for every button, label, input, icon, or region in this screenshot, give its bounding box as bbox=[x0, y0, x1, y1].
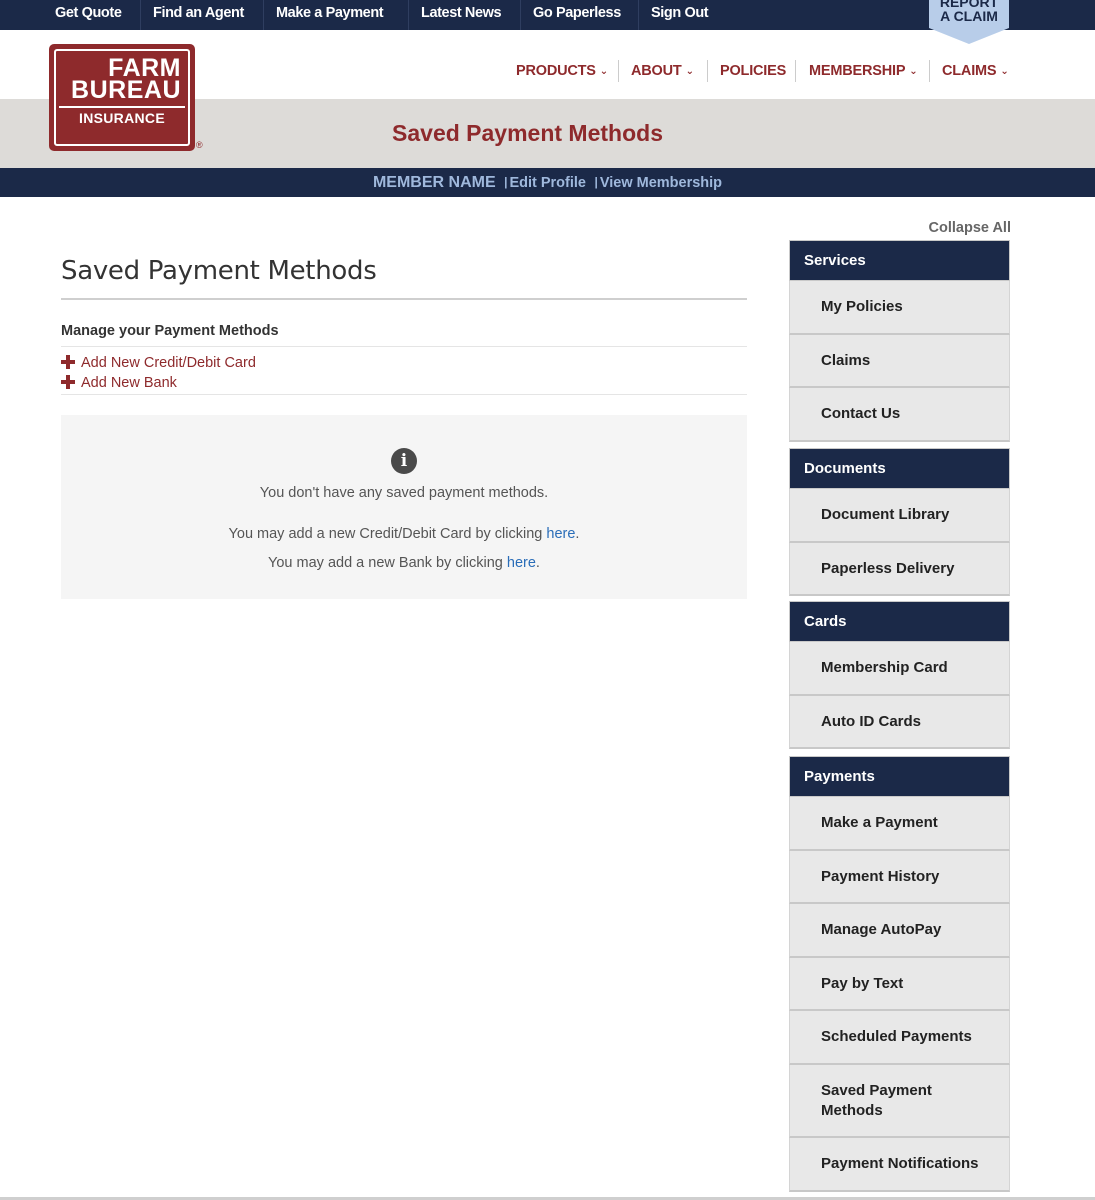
divider bbox=[707, 60, 708, 82]
divider bbox=[61, 346, 747, 347]
chevron-down-icon: ⌄ bbox=[599, 66, 608, 77]
add-card-message: You may add a new Credit/Debit Card by c… bbox=[61, 526, 747, 542]
logo-bureau-text: BUREAU bbox=[71, 76, 181, 104]
sidebar-item-claims[interactable]: Claims bbox=[789, 335, 1010, 388]
sidebar-item-payment-history[interactable]: Payment History bbox=[789, 851, 1010, 904]
sidebar-item-manage-autopay[interactable]: Manage AutoPay bbox=[789, 904, 1010, 958]
divider bbox=[929, 60, 930, 82]
period: . bbox=[535, 555, 540, 571]
get-quote-link[interactable]: Get Quote bbox=[55, 0, 122, 30]
sidebar-item-document-library[interactable]: Document Library bbox=[789, 489, 1010, 543]
nav-products-label: PRODUCTS bbox=[516, 63, 596, 79]
divider bbox=[263, 0, 264, 30]
nav-policies[interactable]: POLICIES bbox=[720, 61, 786, 81]
logo-divider bbox=[59, 106, 185, 108]
sidebar-item-auto-id-cards[interactable]: Auto ID Cards bbox=[789, 696, 1010, 749]
empty-state-panel bbox=[61, 415, 747, 599]
divider bbox=[61, 298, 747, 300]
nav-claims[interactable]: CLAIMS ⌄ bbox=[942, 61, 1009, 81]
add-card-label: Add New Credit/Debit Card bbox=[81, 355, 256, 371]
divider bbox=[618, 60, 619, 82]
add-bank-label: Add New Bank bbox=[81, 375, 177, 391]
report-claim-button[interactable]: REPORT A CLAIM bbox=[929, 0, 1009, 28]
chevron-down-icon: ⌄ bbox=[685, 66, 694, 77]
view-membership-link[interactable]: View Membership bbox=[600, 175, 722, 191]
separator: | bbox=[594, 175, 598, 189]
sidebar-heading-cards[interactable]: Cards bbox=[789, 601, 1010, 642]
sidebar-item-scheduled-payments[interactable]: Scheduled Payments bbox=[789, 1011, 1010, 1065]
separator: | bbox=[504, 175, 508, 189]
divider bbox=[520, 0, 521, 30]
chevron-down-icon: ⌄ bbox=[1000, 66, 1009, 77]
add-bank-message: You may add a new Bank by clicking here. bbox=[61, 555, 747, 571]
report-claim-arrow bbox=[929, 28, 1009, 44]
nav-about[interactable]: ABOUT ⌄ bbox=[631, 61, 694, 81]
add-bank-here-link[interactable]: here bbox=[507, 555, 536, 571]
empty-message: You don't have any saved payment methods… bbox=[259, 485, 549, 501]
chevron-down-icon: ⌄ bbox=[909, 66, 918, 77]
member-name: MEMBER NAME bbox=[372, 174, 496, 191]
info-icon: i bbox=[391, 448, 417, 474]
farm-bureau-logo[interactable]: FARM BUREAU INSURANCE bbox=[49, 44, 195, 151]
sidebar-item-membership-card[interactable]: Membership Card bbox=[789, 642, 1010, 696]
edit-profile-link[interactable]: Edit Profile bbox=[509, 175, 586, 191]
manage-heading: Manage your Payment Methods bbox=[61, 323, 279, 339]
nav-about-label: ABOUT bbox=[631, 63, 682, 79]
sidebar-item-saved-payment-methods[interactable]: Saved Payment Methods bbox=[789, 1065, 1010, 1138]
report-claim-line2: A CLAIM bbox=[940, 8, 998, 24]
add-bank-link[interactable]: Add New Bank bbox=[61, 373, 177, 391]
sidebar-item-pay-by-text[interactable]: Pay by Text bbox=[789, 958, 1010, 1011]
sidebar-item-make-a-payment[interactable]: Make a Payment bbox=[789, 797, 1010, 851]
divider bbox=[140, 0, 141, 30]
latest-news-link[interactable]: Latest News bbox=[421, 0, 502, 30]
divider bbox=[795, 60, 796, 82]
sidebar-item-contact-us[interactable]: Contact Us bbox=[789, 388, 1010, 442]
plus-icon bbox=[61, 375, 75, 389]
sidebar-item-payment-notifications[interactable]: Payment Notifications bbox=[789, 1138, 1010, 1192]
sidebar-item-paperless-delivery[interactable]: Paperless Delivery bbox=[789, 543, 1010, 596]
registered-mark: ® bbox=[196, 140, 203, 150]
plus-icon bbox=[61, 355, 75, 369]
add-bank-message-text: You may add a new Bank by clicking bbox=[268, 555, 507, 571]
sidebar-heading-payments[interactable]: Payments bbox=[789, 756, 1010, 797]
member-bar: MEMBER NAME | Edit Profile | View Membersh… bbox=[0, 168, 1095, 197]
divider bbox=[61, 394, 747, 395]
add-card-message-text: You may add a new Credit/Debit Card by c… bbox=[228, 526, 547, 542]
nav-membership[interactable]: MEMBERSHIP ⌄ bbox=[809, 61, 918, 81]
logo-insurance-text: INSURANCE bbox=[79, 110, 165, 126]
page-title: Saved Payment Methods bbox=[61, 256, 377, 286]
make-payment-link[interactable]: Make a Payment bbox=[276, 0, 384, 30]
add-card-here-link[interactable]: here bbox=[546, 526, 575, 542]
nav-policies-label: POLICIES bbox=[720, 63, 787, 79]
sidebar-heading-documents[interactable]: Documents bbox=[789, 448, 1010, 489]
collapse-all-link[interactable]: Collapse All bbox=[900, 220, 1011, 236]
nav-claims-label: CLAIMS bbox=[942, 63, 997, 79]
go-paperless-link[interactable]: Go Paperless bbox=[533, 0, 621, 30]
period: . bbox=[575, 526, 580, 542]
sidebar-item-my-policies[interactable]: My Policies bbox=[789, 281, 1010, 335]
add-card-link[interactable]: Add New Credit/Debit Card bbox=[61, 353, 256, 371]
divider bbox=[638, 0, 639, 30]
nav-products[interactable]: PRODUCTS ⌄ bbox=[516, 61, 608, 81]
divider bbox=[408, 0, 409, 30]
find-agent-link[interactable]: Find an Agent bbox=[153, 0, 244, 30]
sidebar-heading-services[interactable]: Services bbox=[789, 240, 1010, 281]
sign-out-link[interactable]: Sign Out bbox=[651, 0, 709, 30]
nav-membership-label: MEMBERSHIP bbox=[809, 63, 906, 79]
